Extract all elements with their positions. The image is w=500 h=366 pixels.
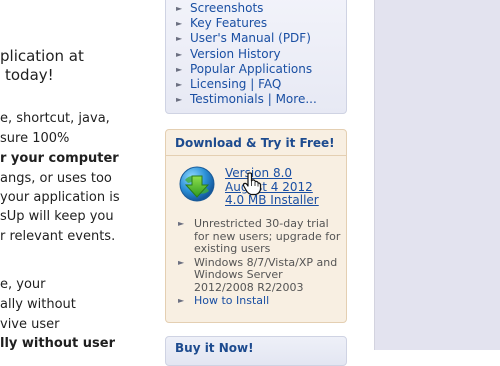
- intro-line-2: today!: [5, 66, 54, 84]
- nav-link-more[interactable]: More...: [276, 92, 317, 106]
- installer-link[interactable]: 4.0 MB Installer: [225, 193, 319, 208]
- body-line-1: e, shortcut, java,: [0, 111, 110, 126]
- body-line-5: your application is: [0, 190, 120, 205]
- body-line-10: vive user: [0, 317, 60, 332]
- download-box-divider: [166, 155, 346, 156]
- arrow-bullet-icon: ►: [178, 219, 185, 228]
- trial-info-text: Unrestricted 30-day trial for new users;…: [194, 217, 341, 255]
- buy-box: Buy it Now!: [165, 336, 347, 366]
- body-line-3: r your computer: [0, 151, 119, 166]
- arrow-bullet-icon: ►: [176, 95, 183, 105]
- nav-separator: |: [267, 92, 272, 107]
- os-info-item: ► Windows 8/7/Vista/XP and Windows Server…: [178, 255, 342, 295]
- trial-info-item: ► Unrestricted 30-day trial for new users…: [178, 217, 342, 256]
- arrow-bullet-icon: ►: [178, 257, 185, 267]
- release-date-link[interactable]: August 4 2012: [225, 180, 319, 195]
- how-to-install-link[interactable]: How to Install: [194, 294, 269, 307]
- nav-item-screenshots: ► Screenshots: [176, 1, 346, 16]
- nav-item-version-history: ► Version History: [176, 47, 346, 62]
- arrow-bullet-icon: ►: [176, 34, 183, 44]
- body-line-2: sure 100%: [0, 131, 70, 146]
- install-info-item: ► How to Install: [178, 294, 342, 308]
- nav-item-licensing-faq: ► Licensing | FAQ: [176, 77, 346, 92]
- version-link[interactable]: Version 8.0: [225, 166, 319, 181]
- download-info-list: ► Unrestricted 30-day trial for new users…: [178, 217, 342, 309]
- hand-pointer-icon: [242, 172, 262, 196]
- body-line-11: lly without user: [0, 336, 115, 351]
- right-margin-background: [375, 0, 500, 350]
- download-links: Version 8.0 August 4 2012 4.0 MB Install…: [225, 166, 319, 208]
- body-line-9: ally without: [0, 297, 76, 312]
- arrow-bullet-icon: ►: [176, 19, 183, 29]
- nav-item-testimonials-more: ► Testimonials | More...: [176, 92, 346, 107]
- body-line-8: e, your: [0, 277, 46, 292]
- arrow-bullet-icon: ►: [176, 49, 183, 59]
- arrow-bullet-icon: ►: [178, 296, 185, 305]
- buy-box-title: Buy it Now!: [175, 341, 254, 355]
- nav-link-popular-applications[interactable]: Popular Applications: [190, 62, 312, 76]
- arrow-bullet-icon: ►: [176, 64, 183, 74]
- arrow-bullet-icon: ►: [176, 80, 183, 90]
- nav-item-popular-applications: ► Popular Applications: [176, 62, 346, 77]
- product-nav-list: ► Screenshots ► Key Features ► User's Manua…: [166, 0, 346, 107]
- body-line-7: r relevant events.: [0, 229, 116, 244]
- nav-link-screenshots[interactable]: Screenshots: [190, 1, 263, 15]
- download-box-title: Download & Try it Free!: [175, 136, 335, 150]
- intro-line-1: plication at: [0, 47, 84, 65]
- nav-link-licensing[interactable]: Licensing: [190, 77, 246, 91]
- nav-link-users-manual[interactable]: User's Manual (PDF): [190, 31, 311, 45]
- arrow-bullet-icon: ►: [176, 4, 183, 13]
- nav-link-version-history[interactable]: Version History: [190, 47, 281, 61]
- content-divider: [374, 0, 375, 350]
- download-box: Download & Try it Free! Version 8.0 Augu…: [165, 129, 347, 323]
- download-globe-icon[interactable]: [178, 164, 216, 204]
- body-line-6: sUp will keep you: [0, 209, 114, 224]
- os-info-text: Windows 8/7/Vista/XP and Windows Server …: [194, 255, 338, 294]
- nav-link-key-features[interactable]: Key Features: [190, 16, 267, 30]
- product-nav-box: ► Screenshots ► Key Features ► User's Manua…: [165, 0, 347, 114]
- body-line-4: angs, or uses too: [0, 171, 112, 186]
- nav-link-testimonials[interactable]: Testimonials: [190, 92, 264, 106]
- nav-link-faq[interactable]: FAQ: [258, 77, 281, 91]
- nav-item-users-manual: ► User's Manual (PDF): [176, 31, 346, 46]
- nav-item-key-features: ► Key Features: [176, 16, 346, 31]
- nav-separator: |: [250, 77, 255, 92]
